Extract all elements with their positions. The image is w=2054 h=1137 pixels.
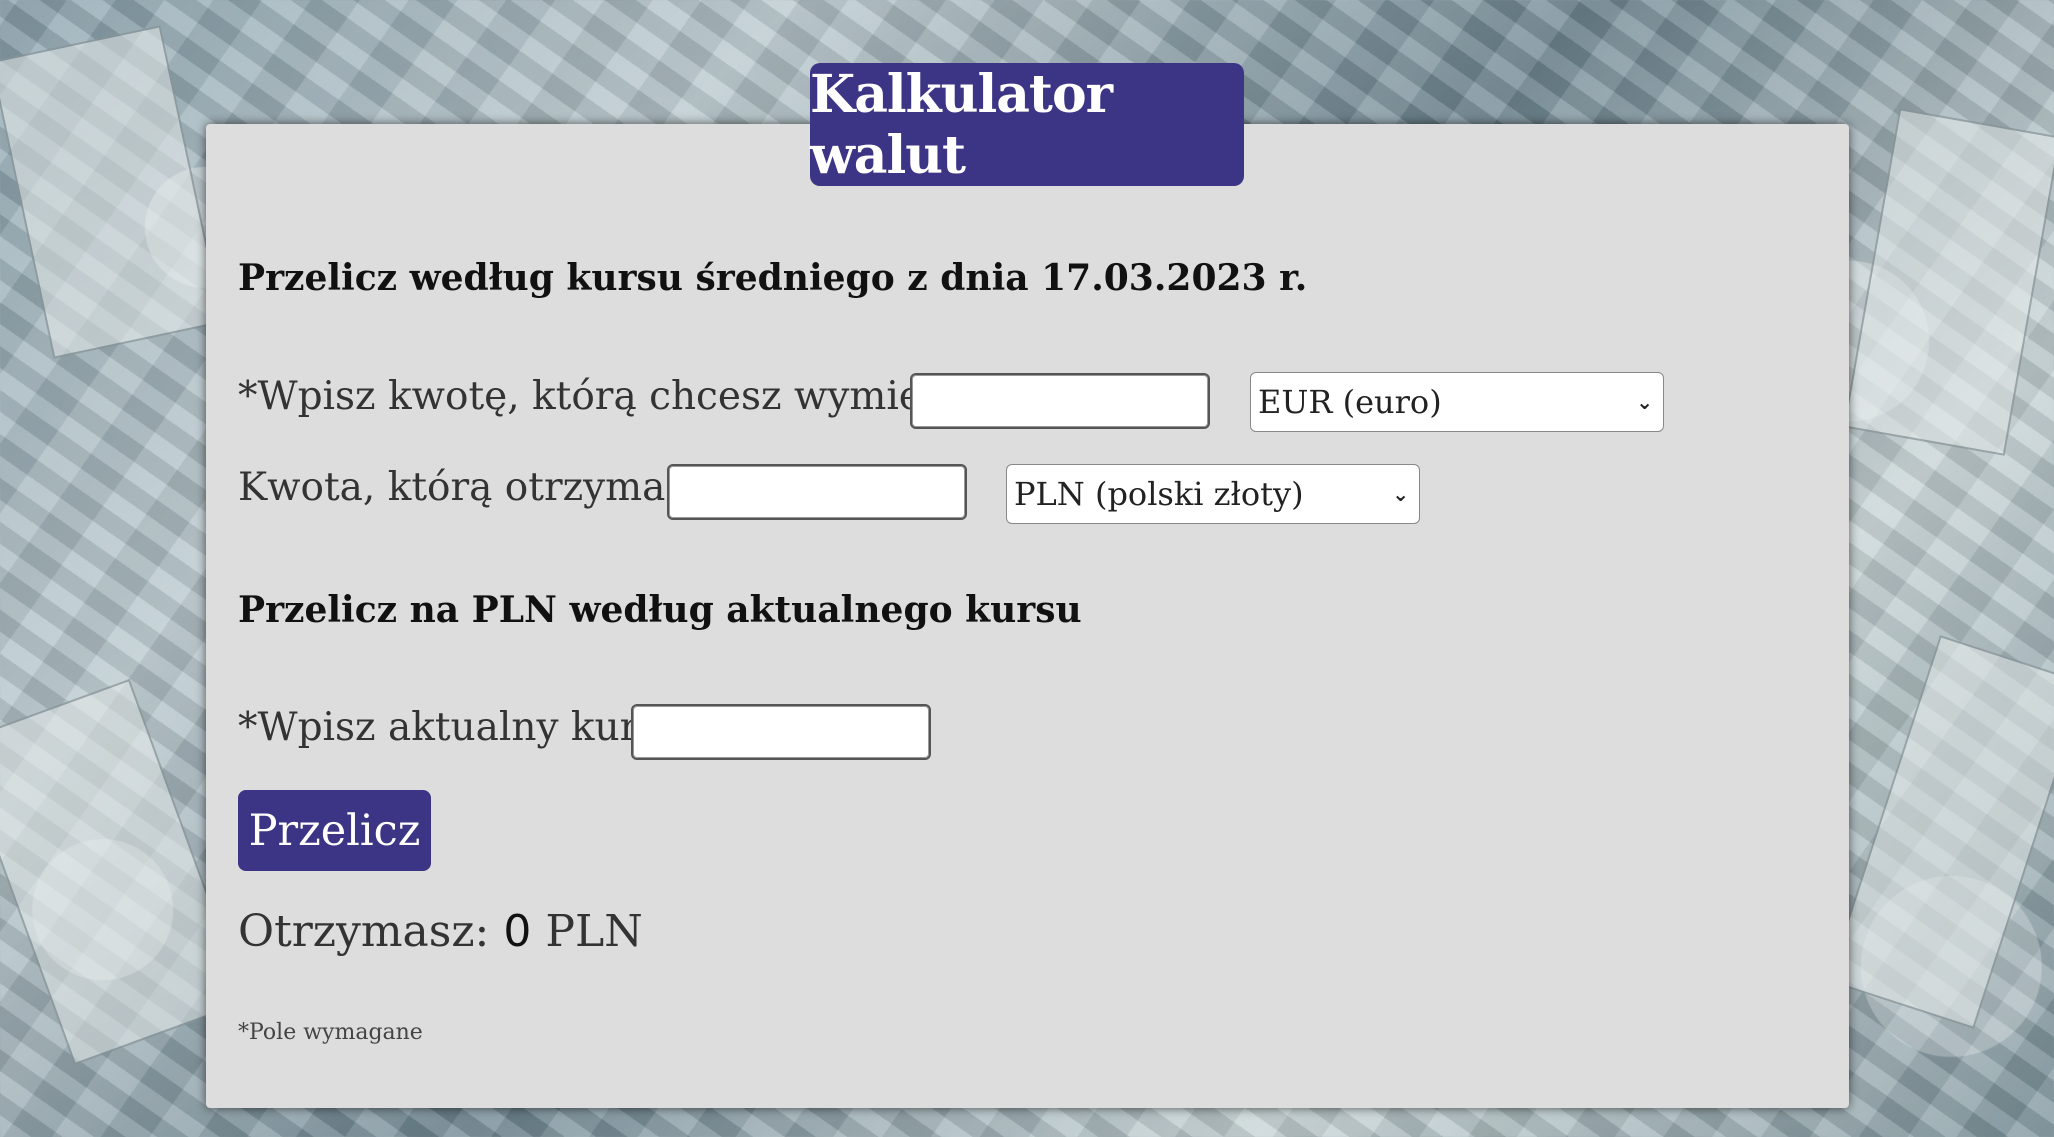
to-currency-value: PLN (polski złoty) <box>1014 475 1304 513</box>
chevron-down-icon: ⌄ <box>1636 390 1653 414</box>
from-currency-value: EUR (euro) <box>1258 383 1442 421</box>
receive-label: Kwota, którą otrzymasz: <box>238 465 720 510</box>
from-currency-select[interactable]: EUR (euro) ⌄ <box>1250 372 1664 432</box>
average-rate-heading: Przelicz według kursu średniego z dnia 1… <box>238 257 1308 299</box>
current-rate-heading: Przelicz na PLN według aktualnego kursu <box>238 589 1082 631</box>
background-banknote <box>1843 108 2054 456</box>
required-field-note: *Pole wymagane <box>238 1020 423 1045</box>
result-currency: PLN <box>545 906 643 957</box>
amount-input[interactable] <box>910 373 1210 429</box>
chevron-down-icon: ⌄ <box>1392 482 1409 506</box>
rate-label: *Wpisz aktualny kurs: <box>238 705 672 750</box>
result-text: Otrzymasz: 0 PLN <box>238 906 643 957</box>
background-banknote <box>1827 635 2054 1029</box>
result-prefix: Otrzymasz: <box>238 906 490 957</box>
result-value: 0 <box>503 906 532 957</box>
amount-label: *Wpisz kwotę, którą chcesz wymienić: <box>238 374 995 419</box>
to-currency-select[interactable]: PLN (polski złoty) ⌄ <box>1006 464 1420 524</box>
background-banknote <box>0 25 224 359</box>
receive-amount-input[interactable] <box>667 464 967 520</box>
page-title: Kalkulator walut <box>810 63 1244 186</box>
rate-input[interactable] <box>631 704 931 760</box>
convert-button[interactable]: Przelicz <box>238 790 431 871</box>
